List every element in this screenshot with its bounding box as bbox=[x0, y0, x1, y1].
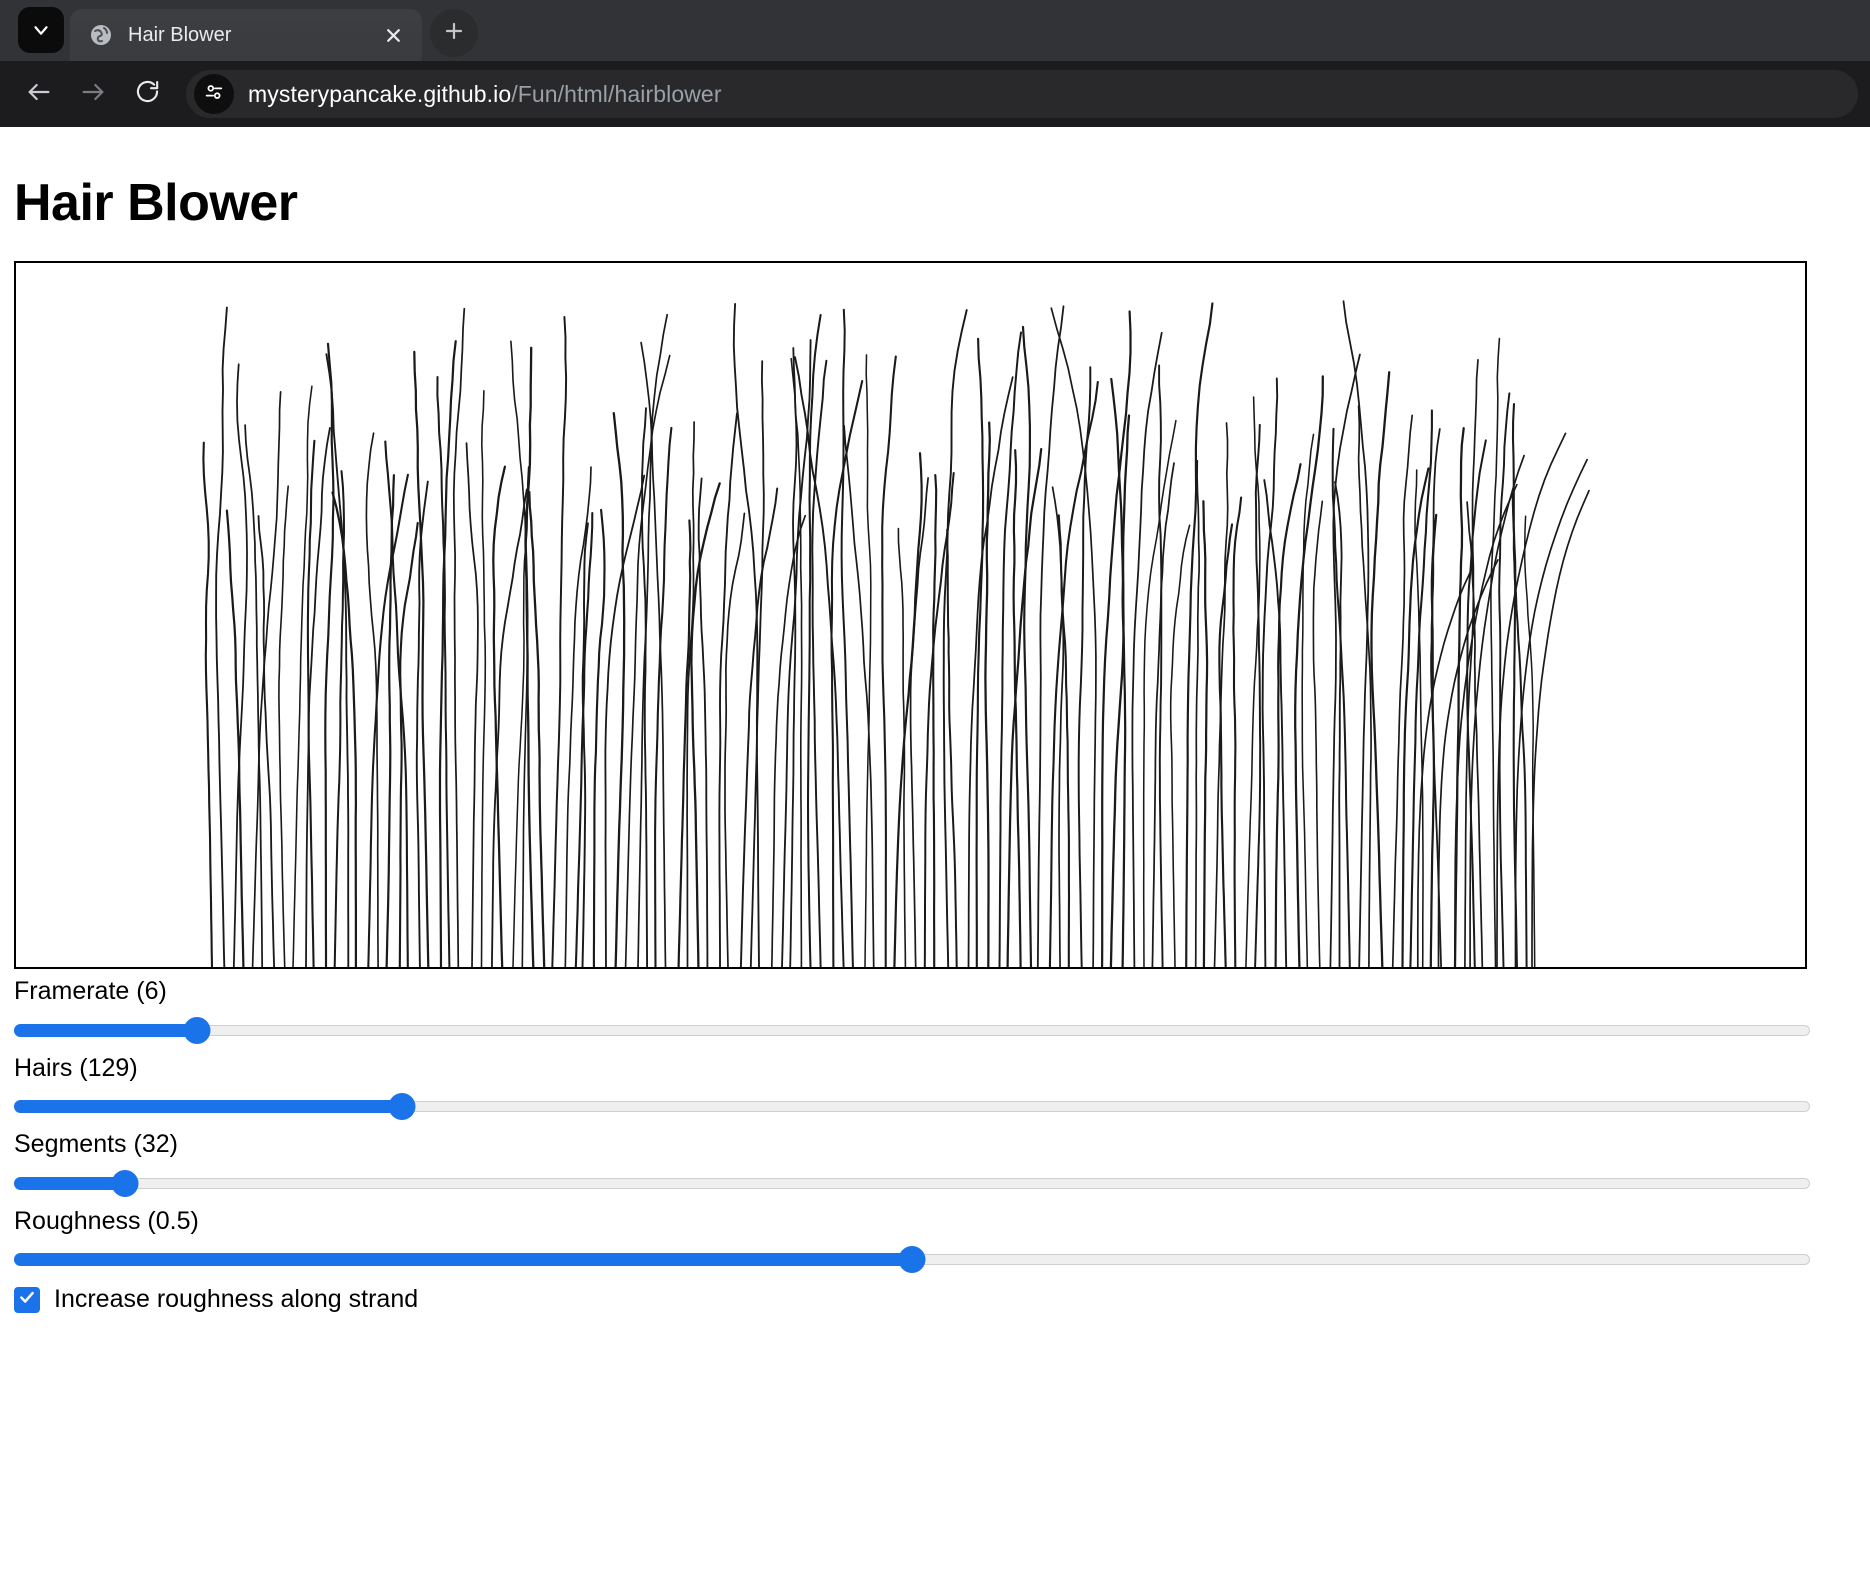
controls-panel: Framerate (6) Hairs (129) Segments (32) … bbox=[14, 975, 1856, 1314]
framerate-label: Framerate (6) bbox=[14, 977, 167, 1005]
hairs-slider-fill bbox=[14, 1100, 402, 1113]
page-title: Hair Blower bbox=[14, 174, 298, 232]
browser-chrome: Hair Blower mysterypancake.github.io/Fun… bbox=[0, 0, 1870, 127]
close-icon[interactable] bbox=[378, 20, 408, 50]
site-info-button[interactable] bbox=[194, 74, 234, 114]
increase-roughness-checkbox[interactable] bbox=[14, 1286, 40, 1313]
roughness-slider[interactable] bbox=[14, 1243, 1810, 1275]
back-button[interactable] bbox=[12, 67, 66, 121]
segments-slider[interactable] bbox=[14, 1167, 1810, 1199]
hairs-slider-thumb[interactable] bbox=[388, 1093, 416, 1120]
browser-toolbar: mysterypancake.github.io/Fun/html/hairbl… bbox=[0, 61, 1870, 127]
browser-tab[interactable]: Hair Blower bbox=[70, 9, 422, 61]
increase-roughness-label: Increase roughness along strand bbox=[54, 1285, 419, 1313]
roughness-slider-fill bbox=[14, 1253, 912, 1266]
chevron-down-icon bbox=[30, 19, 52, 41]
tab-search-button[interactable] bbox=[18, 7, 64, 53]
forward-arrow-icon bbox=[79, 78, 107, 111]
tune-icon bbox=[203, 81, 225, 108]
url-host: mysterypancake.github.io bbox=[248, 80, 512, 107]
segments-slider-track[interactable] bbox=[14, 1177, 1810, 1189]
page-content: Hair Blower Framerate (6) Hairs (129) Se… bbox=[0, 127, 1870, 1592]
tab-strip: Hair Blower bbox=[0, 0, 1870, 61]
hair-strands-graphic bbox=[202, 300, 1590, 967]
roughness-label: Roughness (0.5) bbox=[14, 1206, 199, 1235]
reload-icon bbox=[134, 78, 161, 110]
tab-title: Hair Blower bbox=[128, 23, 232, 46]
reload-button[interactable] bbox=[120, 67, 174, 121]
address-bar[interactable]: mysterypancake.github.io/Fun/html/hairbl… bbox=[186, 70, 1858, 118]
framerate-slider-fill bbox=[14, 1023, 198, 1037]
hairs-label: Hairs (129) bbox=[14, 1053, 138, 1082]
back-arrow-icon bbox=[25, 78, 53, 111]
framerate-slider-thumb[interactable] bbox=[183, 1016, 211, 1044]
url-path: /Fun/html/hairblower bbox=[511, 80, 722, 107]
url-text: mysterypancake.github.io/Fun/html/hairbl… bbox=[248, 81, 722, 108]
increase-roughness-row[interactable]: Increase roughness along strand bbox=[14, 1285, 1856, 1314]
segments-slider-fill bbox=[14, 1176, 126, 1190]
hairs-slider[interactable] bbox=[14, 1090, 1810, 1122]
new-tab-button[interactable] bbox=[430, 9, 478, 57]
segments-slider-thumb[interactable] bbox=[111, 1169, 139, 1197]
forward-button[interactable] bbox=[66, 67, 120, 121]
plus-icon bbox=[442, 19, 466, 48]
roughness-slider-thumb[interactable] bbox=[898, 1246, 926, 1273]
check-icon bbox=[18, 1288, 36, 1311]
segments-label: Segments (32) bbox=[14, 1130, 178, 1158]
hair-simulation-canvas[interactable] bbox=[14, 261, 1807, 969]
framerate-slider[interactable] bbox=[14, 1014, 1810, 1046]
framerate-slider-track[interactable] bbox=[14, 1024, 1810, 1036]
globe-icon bbox=[88, 22, 114, 48]
